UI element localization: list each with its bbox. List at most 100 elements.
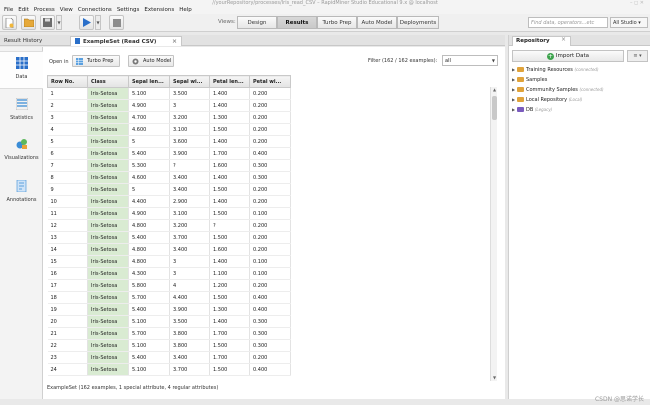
table-row[interactable]: 3 Iris-Setosa 4.700 3.200 1.300 0.200 bbox=[47, 111, 291, 124]
table-row[interactable]: 8 Iris-Setosa 4.600 3.400 1.400 0.300 bbox=[47, 171, 291, 184]
tab-example-set[interactable]: ExampleSet (Read CSV) × bbox=[70, 36, 182, 46]
scroll-up-icon[interactable]: ▲ bbox=[491, 87, 498, 93]
view-tab-auto-model[interactable]: Auto Model bbox=[357, 16, 397, 29]
nav-statistics[interactable]: Statistics bbox=[0, 93, 43, 131]
nav-annotations[interactable]: Annotations bbox=[0, 175, 43, 213]
repo-item-label: Local Repository bbox=[526, 97, 568, 103]
studio-scope-select[interactable]: All Studio ▾ bbox=[610, 17, 648, 28]
open-button[interactable] bbox=[21, 15, 36, 30]
run-dropdown-chevron-icon[interactable]: ▼ bbox=[95, 15, 101, 30]
import-data-button[interactable]: + Import Data bbox=[512, 50, 624, 62]
table-row[interactable]: 5 Iris-Setosa 5 3.600 1.400 0.200 bbox=[47, 135, 291, 148]
repo-item-community-samples[interactable]: ▶ Community Samples (connected) bbox=[512, 87, 604, 93]
table-row[interactable]: 16 Iris-Setosa 4.300 3 1.100 0.100 bbox=[47, 267, 291, 280]
menu-connections[interactable]: Connections bbox=[78, 7, 112, 13]
folder-icon bbox=[517, 97, 524, 102]
open-auto-model-button[interactable]: Auto Model bbox=[128, 55, 174, 67]
cell-petal-width: 0.400 bbox=[249, 303, 291, 316]
table-row[interactable]: 22 Iris-Setosa 5.100 3.800 1.500 0.300 bbox=[47, 339, 291, 352]
close-icon[interactable]: × bbox=[172, 37, 177, 47]
tab-result-history[interactable]: Result History bbox=[0, 36, 68, 46]
cell-sepal-length: 4.300 bbox=[128, 267, 170, 280]
open-folder-icon bbox=[23, 18, 34, 27]
open-turbo-prep-button[interactable]: Turbo Prep bbox=[72, 55, 120, 67]
table-row[interactable]: 9 Iris-Setosa 5 3.400 1.500 0.200 bbox=[47, 183, 291, 196]
table-row[interactable]: 14 Iris-Setosa 4.800 3.400 1.600 0.200 bbox=[47, 243, 291, 256]
cell-petal-length: 1.100 bbox=[209, 267, 250, 280]
nav-visualizations[interactable]: Visualizations bbox=[0, 133, 43, 171]
cell-petal-width: 0.300 bbox=[249, 339, 291, 352]
table-row[interactable]: 12 Iris-Setosa 4.800 3.200? 0.200 bbox=[47, 219, 291, 232]
stop-button[interactable] bbox=[109, 15, 124, 30]
cell-class: Iris-Setosa bbox=[87, 111, 129, 124]
table-row[interactable]: 24 Iris-Setosa 5.100 3.700 1.500 0.400 bbox=[47, 363, 291, 376]
cell-sepal-length: 4.800 bbox=[128, 255, 170, 268]
view-tab-results[interactable]: Results bbox=[277, 16, 317, 29]
cell-petal-length: 1.500 bbox=[209, 183, 250, 196]
watermark: CSDN @思诺学长 bbox=[594, 396, 644, 403]
table-row[interactable]: 20 Iris-Setosa 5.100 3.500 1.400 0.300 bbox=[47, 315, 291, 328]
table-row[interactable]: 23 Iris-Setosa 5.400 3.400 1.700 0.200 bbox=[47, 351, 291, 364]
table-row[interactable]: 7 Iris-Setosa 5.300? 1.600 0.300 bbox=[47, 159, 291, 172]
cell-row-no: 5 bbox=[47, 135, 88, 148]
scrollbar-thumb[interactable] bbox=[492, 96, 497, 120]
menu-edit[interactable]: Edit bbox=[18, 7, 29, 13]
save-dropdown-chevron-icon[interactable]: ▼ bbox=[56, 15, 62, 30]
folder-icon bbox=[517, 87, 524, 92]
cell-sepal-width: 3.200 bbox=[169, 111, 210, 124]
repo-item-local-repository[interactable]: ▶ Local Repository (Local) bbox=[512, 97, 582, 103]
table-row[interactable]: 10 Iris-Setosa 4.400 2.900 1.400 0.200 bbox=[47, 195, 291, 208]
col-header-petal-length[interactable]: Petal len... bbox=[209, 75, 250, 88]
menu-extensions[interactable]: Extensions bbox=[144, 7, 174, 13]
table-row[interactable]: 4 Iris-Setosa 4.600 3.100 1.500 0.200 bbox=[47, 123, 291, 136]
col-header-sepal-length[interactable]: Sepal len... bbox=[128, 75, 170, 88]
cell-petal-length: 1.600 bbox=[209, 243, 250, 256]
menu-view[interactable]: View bbox=[60, 7, 73, 13]
menu-help[interactable]: Help bbox=[179, 7, 192, 13]
cell-row-no: 11 bbox=[47, 207, 88, 220]
col-header-petal-width[interactable]: Petal wi... bbox=[249, 75, 291, 88]
cell-row-no: 16 bbox=[47, 267, 88, 280]
menu-process[interactable]: Process bbox=[34, 7, 55, 13]
run-button[interactable] bbox=[79, 15, 94, 30]
col-header-sepal-width[interactable]: Sepal wi... bbox=[169, 75, 210, 88]
view-tab-design[interactable]: Design bbox=[237, 16, 277, 29]
table-row[interactable]: 2 Iris-Setosa 4.900 3 1.400 0.200 bbox=[47, 99, 291, 112]
table-row[interactable]: 13 Iris-Setosa 5.400 3.700 1.500 0.200 bbox=[47, 231, 291, 244]
repo-item-note: (Legacy) bbox=[534, 107, 553, 112]
new-process-button[interactable] bbox=[2, 15, 17, 30]
table-row[interactable]: 6 Iris-Setosa 5.400 3.900 1.700 0.400 bbox=[47, 147, 291, 160]
table-row[interactable]: 15 Iris-Setosa 4.800 3 1.400 0.100 bbox=[47, 255, 291, 268]
cell-class: Iris-Setosa bbox=[87, 363, 129, 376]
cell-class: Iris-Setosa bbox=[87, 171, 129, 184]
repo-item-samples[interactable]: ▶ Samples bbox=[512, 77, 547, 83]
repo-item-db[interactable]: ▶ DB (Legacy) bbox=[512, 107, 552, 113]
col-header-row-no[interactable]: Row No. bbox=[47, 75, 88, 88]
view-tab-turbo-prep[interactable]: Turbo Prep bbox=[317, 16, 357, 29]
cell-petal-length: 1.600 bbox=[209, 159, 250, 172]
table-row[interactable]: 17 Iris-Setosa 5.800 4 1.200 0.200 bbox=[47, 279, 291, 292]
col-header-class[interactable]: Class bbox=[87, 75, 129, 88]
repo-item-training-resources[interactable]: ▶ Training Resources (connected) bbox=[512, 67, 599, 73]
menu-settings[interactable]: Settings bbox=[117, 7, 140, 13]
nav-data[interactable]: Data bbox=[0, 51, 43, 89]
table-row[interactable]: 1 Iris-Setosa 5.100 3.500 1.400 0.200 bbox=[47, 87, 291, 100]
filter-select[interactable]: all ▼ bbox=[442, 55, 498, 66]
table-row[interactable]: 11 Iris-Setosa 4.900 3.100 1.500 0.100 bbox=[47, 207, 291, 220]
vertical-scrollbar[interactable]: ▲ ▼ bbox=[490, 87, 497, 381]
cell-row-no: 2 bbox=[47, 99, 88, 112]
save-button[interactable] bbox=[40, 15, 55, 30]
table-row[interactable]: 19 Iris-Setosa 5.400 3.900 1.300 0.400 bbox=[47, 303, 291, 316]
repository-menu-button[interactable]: ≡ ▾ bbox=[627, 50, 648, 62]
table-row[interactable]: 21 Iris-Setosa 5.700 3.800 1.700 0.300 bbox=[47, 327, 291, 340]
table-row[interactable]: 18 Iris-Setosa 5.700 4.400 1.500 0.400 bbox=[47, 291, 291, 304]
run-icon bbox=[82, 18, 91, 27]
cell-row-no: 22 bbox=[47, 339, 88, 352]
cell-sepal-width: 3.900 bbox=[169, 147, 210, 160]
scroll-down-icon[interactable]: ▼ bbox=[491, 375, 498, 381]
cell-petal-length: 1.500 bbox=[209, 291, 250, 304]
view-tab-deployments[interactable]: Deployments bbox=[397, 16, 439, 29]
menu-file[interactable]: File bbox=[4, 7, 13, 13]
global-search-input[interactable]: Find data, operators...etc bbox=[528, 17, 608, 28]
close-icon[interactable]: × bbox=[561, 36, 566, 43]
